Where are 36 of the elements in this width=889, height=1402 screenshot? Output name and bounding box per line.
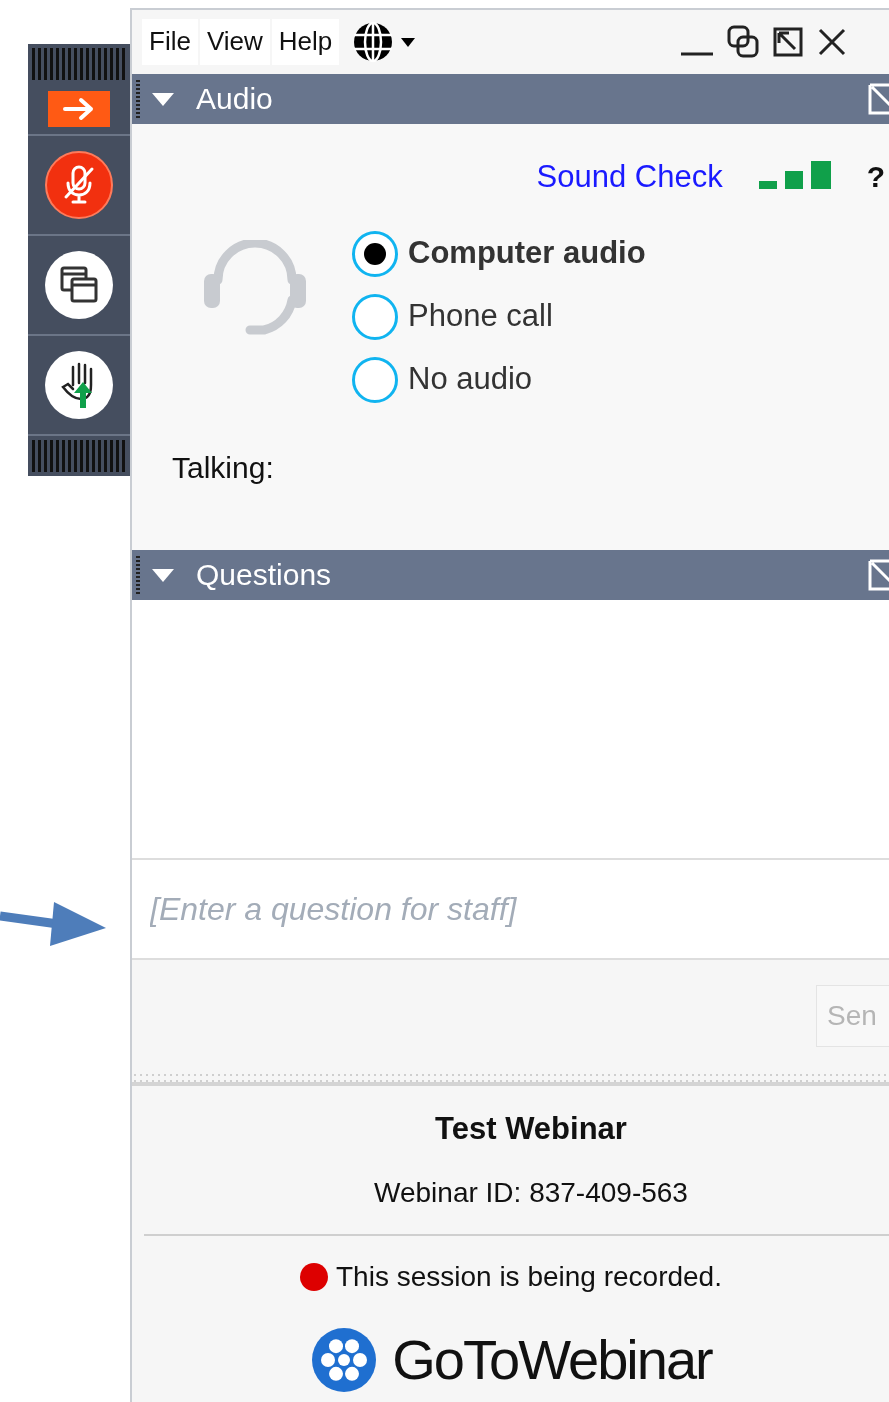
restore-icon[interactable] bbox=[727, 24, 760, 59]
grip-handle[interactable] bbox=[32, 440, 126, 472]
audio-option[interactable]: No audio bbox=[352, 356, 646, 404]
muted-microphone-icon bbox=[62, 165, 96, 205]
menu-item[interactable]: View bbox=[199, 18, 270, 65]
resize-grip[interactable] bbox=[132, 1071, 889, 1086]
grip-handle[interactable] bbox=[32, 48, 126, 80]
panel-title: Audio bbox=[196, 81, 273, 118]
help-button[interactable]: ? bbox=[866, 154, 885, 200]
talking-label: Talking: bbox=[172, 450, 275, 487]
language-button[interactable] bbox=[351, 19, 418, 64]
arrow-right-icon bbox=[62, 97, 96, 121]
panel-title: Questions bbox=[196, 557, 332, 594]
sound-check-link[interactable]: Sound Check bbox=[536, 153, 723, 201]
menu-item[interactable]: File bbox=[142, 18, 198, 65]
windows-icon bbox=[59, 265, 99, 305]
radio-button[interactable] bbox=[352, 293, 398, 340]
brand-logo: GoToWebinar bbox=[132, 1318, 889, 1402]
menu-item[interactable]: Help bbox=[271, 18, 340, 65]
audio-option[interactable]: Computer audio bbox=[352, 230, 646, 278]
webinar-id: Webinar ID: 837-409-563 bbox=[374, 1176, 688, 1210]
arrow-button[interactable] bbox=[48, 91, 110, 127]
radio-button[interactable] bbox=[352, 356, 398, 403]
radio-button[interactable] bbox=[352, 230, 398, 277]
globe-icon bbox=[351, 19, 418, 64]
question-input-field[interactable]: [Enter a question for staff] bbox=[132, 860, 889, 961]
audio-option[interactable]: Phone call bbox=[352, 293, 646, 341]
panel-header[interactable]: Audio bbox=[132, 73, 889, 124]
flower-logo-icon bbox=[310, 1326, 379, 1394]
close-icon[interactable] bbox=[817, 26, 848, 57]
pop-out-icon[interactable] bbox=[773, 26, 804, 57]
recording-notice: This session is being recorded. bbox=[336, 1260, 722, 1294]
collapse-triangle-icon[interactable] bbox=[152, 90, 174, 107]
panel-header[interactable]: Questions bbox=[132, 549, 889, 600]
webinar-title: Test Webinar bbox=[435, 1109, 627, 1148]
collapse-triangle-icon[interactable] bbox=[152, 566, 174, 583]
